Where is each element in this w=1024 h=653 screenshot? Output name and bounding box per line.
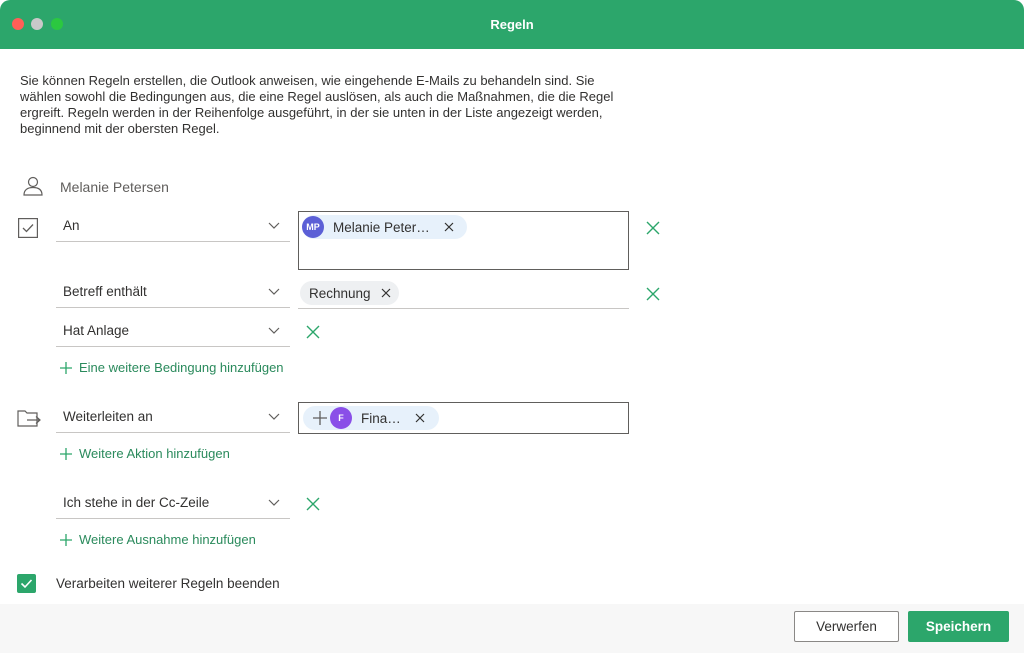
chevron-down-icon (268, 413, 280, 420)
avatar: MP (302, 216, 324, 238)
add-exception-link[interactable]: Weitere Ausnahme hinzufügen (60, 532, 256, 547)
plus-icon (313, 411, 327, 425)
chevron-down-icon (268, 499, 280, 506)
add-condition-link[interactable]: Eine weitere Bedingung hinzufügen (60, 360, 284, 375)
add-condition-label: Eine weitere Bedingung hinzufügen (79, 360, 284, 375)
condition-1-label: An (63, 218, 80, 233)
plus-icon (60, 533, 72, 546)
condition-2-dropdown[interactable]: Betreff enthält (56, 278, 290, 308)
condition-2-label: Betreff enthält (63, 284, 147, 299)
rules-description: Sie können Regeln erstellen, die Outlook… (20, 73, 614, 136)
remove-condition-2-icon[interactable] (645, 286, 661, 302)
chevron-down-icon (268, 288, 280, 295)
forward-folder-icon (17, 410, 41, 427)
stop-processing-checkbox[interactable] (17, 574, 36, 593)
condition-checkbox-icon (18, 218, 38, 238)
checkmark-icon (20, 579, 33, 589)
add-action-label: Weitere Aktion hinzufügen (79, 446, 230, 461)
recipient-chip[interactable]: MP Melanie Peter… (302, 215, 467, 239)
remove-exception-icon[interactable] (305, 496, 321, 512)
condition-1-dropdown[interactable]: An (56, 212, 290, 242)
chevron-down-icon (268, 327, 280, 334)
recipient-field[interactable]: MP Melanie Peter… (298, 211, 629, 270)
forward-target-chip[interactable]: F Fina… (303, 406, 439, 430)
chevron-down-icon (268, 222, 280, 229)
plus-icon (60, 447, 72, 460)
window-title: Regeln (490, 17, 534, 32)
remove-condition-1-icon[interactable] (645, 220, 661, 236)
exception-dropdown[interactable]: Ich stehe in der Cc-Zeile (56, 489, 290, 519)
condition-3-label: Hat Anlage (63, 323, 130, 338)
rule-name[interactable]: Melanie Petersen (60, 179, 169, 195)
recipient-name: Melanie Peter… (333, 219, 430, 235)
forward-target-field[interactable]: F Fina… (298, 402, 629, 434)
stop-processing-label: Verarbeiten weiterer Regeln beenden (56, 576, 280, 591)
avatar: F (330, 407, 352, 429)
action-dropdown[interactable]: Weiterleiten an (56, 403, 290, 433)
save-button[interactable]: Speichern (908, 611, 1009, 642)
person-icon (23, 176, 43, 196)
plus-icon (60, 361, 72, 374)
close-icon[interactable] (415, 413, 425, 423)
discard-button[interactable]: Verwerfen (794, 611, 899, 642)
forward-target-name: Fina… (361, 410, 401, 426)
add-action-link[interactable]: Weitere Aktion hinzufügen (60, 446, 230, 461)
subject-keyword-field[interactable]: Rechnung (298, 279, 629, 309)
keyword-chip[interactable]: Rechnung (300, 281, 399, 305)
title-bar: Regeln (0, 0, 1024, 49)
close-icon[interactable] (381, 288, 391, 298)
remove-condition-3-icon[interactable] (305, 324, 321, 340)
condition-3-dropdown[interactable]: Hat Anlage (56, 317, 290, 347)
close-icon[interactable] (444, 222, 454, 232)
add-exception-label: Weitere Ausnahme hinzufügen (79, 532, 256, 547)
exception-label: Ich stehe in der Cc-Zeile (63, 495, 210, 510)
keyword-text: Rechnung (309, 285, 371, 301)
action-label: Weiterleiten an (63, 409, 153, 424)
